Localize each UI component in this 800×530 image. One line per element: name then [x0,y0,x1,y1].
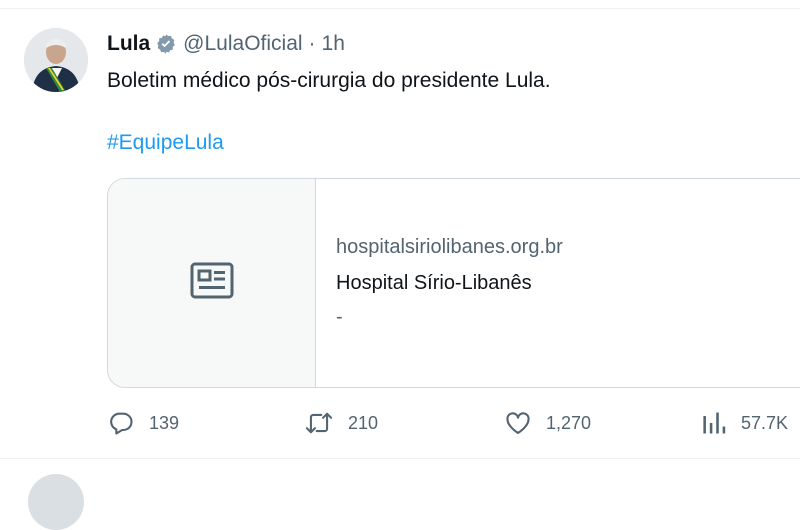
views-chart-icon [701,409,727,437]
card-domain: hospitalsiriolibanes.org.br [336,236,563,258]
card-body: hospitalsiriolibanes.org.br Hospital Sír… [336,234,563,330]
reply-icon [107,409,135,437]
tweet[interactable]: Lula @LulaOficial · 1h Boletim médico pó… [0,0,800,458]
verified-badge-icon[interactable] [155,33,177,55]
retweet-icon [304,409,334,437]
tweet-actions: 139 210 1,270 57.7K [107,408,800,438]
views-button[interactable]: 57.7K [701,408,788,438]
heart-icon [504,409,532,437]
reply-button[interactable]: 139 [107,408,179,438]
author-name[interactable]: Lula [107,32,150,56]
timestamp[interactable]: 1h [322,32,345,56]
author-handle[interactable]: @LulaOficial [183,32,302,56]
link-card[interactable]: hospitalsiriolibanes.org.br Hospital Sír… [107,178,800,388]
views-count: 57.7K [741,412,789,433]
card-description: - [336,306,343,328]
tweet-text: Boletim médico pós-cirurgia do president… [107,69,551,92]
retweet-count: 210 [348,412,379,433]
like-count: 1,270 [546,412,592,433]
article-icon [190,261,234,306]
next-tweet-avatar[interactable] [28,474,84,530]
hashtag-link[interactable]: #EquipeLula [107,130,224,156]
tweet-header: Lula @LulaOficial · 1h [107,31,345,57]
separator-dot: · [308,32,316,55]
reply-count: 139 [149,412,180,433]
like-button[interactable]: 1,270 [504,408,591,438]
retweet-button[interactable]: 210 [304,408,378,438]
tweet-divider [0,458,800,459]
card-media [108,179,316,387]
card-title: Hospital Sírio-Libanês [336,272,532,294]
avatar[interactable] [24,28,88,92]
